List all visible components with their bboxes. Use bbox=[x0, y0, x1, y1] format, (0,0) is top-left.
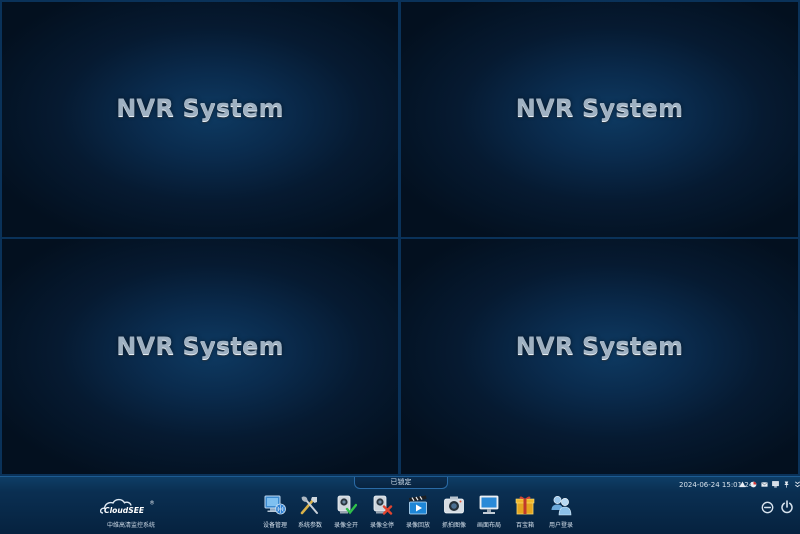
power-icon[interactable] bbox=[780, 500, 794, 514]
mail-icon[interactable] bbox=[761, 481, 768, 488]
minimize-icon[interactable] bbox=[761, 501, 774, 514]
logo-caption: 中维高清监控系统 bbox=[107, 522, 156, 529]
logo-registered-mark: ® bbox=[150, 500, 155, 507]
channel-brand-text: NVR System bbox=[515, 332, 684, 360]
taskbar: 已锁定 2024-06-24 15:01:24 CloudSEE ® 中维高清监… bbox=[0, 476, 800, 534]
video-grid: NVR System NVR System NVR System NVR Sys… bbox=[0, 0, 800, 476]
user-login-label: 用户登录 bbox=[548, 522, 573, 529]
video-channel-3[interactable]: NVR System bbox=[2, 239, 398, 474]
record-all-stop-icon bbox=[373, 495, 393, 515]
system-tray bbox=[739, 479, 800, 490]
user-login-button[interactable]: 用户登录 bbox=[544, 494, 578, 534]
system-settings-icon bbox=[300, 496, 318, 515]
record-all-on-icon bbox=[337, 495, 357, 515]
user-login-icon bbox=[551, 496, 572, 516]
alarm-icon[interactable] bbox=[739, 481, 746, 488]
lock-status-tab[interactable]: 已锁定 bbox=[354, 477, 448, 489]
screen-layout-button[interactable]: 画面布局 bbox=[472, 494, 506, 534]
channel-brand-text: NVR System bbox=[515, 94, 684, 122]
screen-layout-icon bbox=[479, 495, 499, 514]
logo-wordmark: CloudSEE bbox=[104, 506, 145, 515]
video-channel-4[interactable]: NVR System bbox=[401, 239, 798, 474]
video-channel-2[interactable]: NVR System bbox=[401, 2, 798, 237]
channel-brand-text: NVR System bbox=[116, 332, 284, 360]
record-all-stop-button[interactable]: 录像全停 bbox=[365, 494, 399, 534]
device-management-icon bbox=[264, 495, 286, 515]
system-settings-button[interactable]: 系统参数 bbox=[293, 494, 327, 534]
toolbox-icon bbox=[515, 496, 535, 515]
video-channel-1[interactable]: NVR System bbox=[2, 2, 398, 237]
pin-icon[interactable] bbox=[783, 481, 790, 488]
playback-button[interactable]: 录像回放 bbox=[401, 494, 435, 534]
playback-icon bbox=[409, 495, 427, 515]
snapshot-icon bbox=[444, 496, 464, 514]
expand-icon[interactable] bbox=[794, 481, 800, 488]
network-icon[interactable] bbox=[772, 481, 779, 488]
record-status-icon[interactable] bbox=[750, 481, 757, 488]
channel-brand-text: NVR System bbox=[116, 94, 284, 122]
toolbox-button[interactable]: 百宝箱 bbox=[508, 494, 542, 534]
cloudsee-logo: CloudSEE ® bbox=[100, 498, 155, 515]
record-all-on-button[interactable]: 录像全开 bbox=[329, 494, 363, 534]
